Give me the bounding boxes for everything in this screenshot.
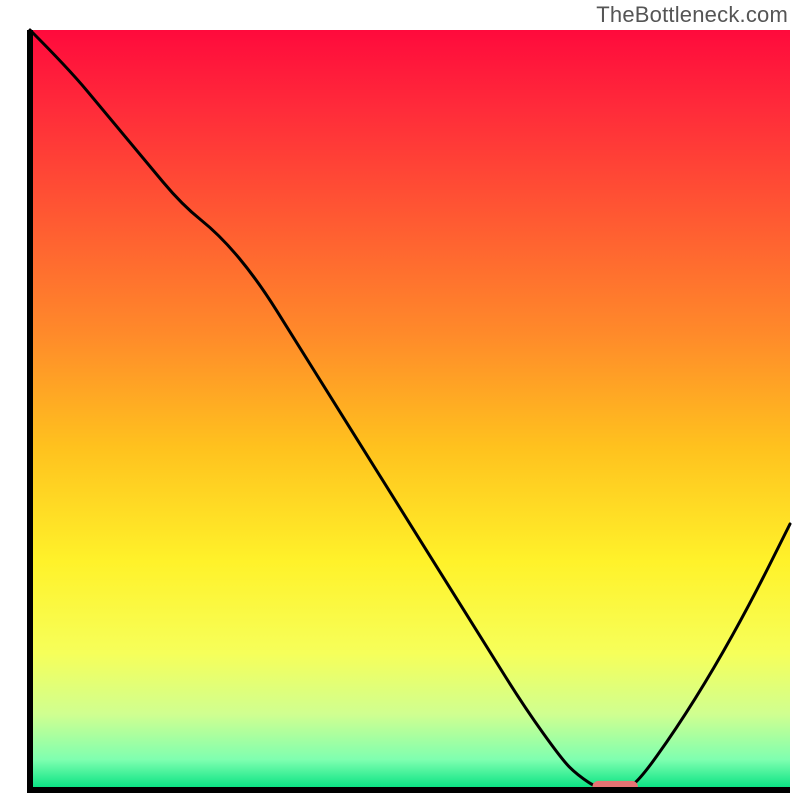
bottleneck-chart — [0, 0, 800, 800]
plot-background — [30, 30, 790, 790]
watermark-text: TheBottleneck.com — [596, 2, 788, 28]
chart-container: { "watermark": "TheBottleneck.com", "cha… — [0, 0, 800, 800]
